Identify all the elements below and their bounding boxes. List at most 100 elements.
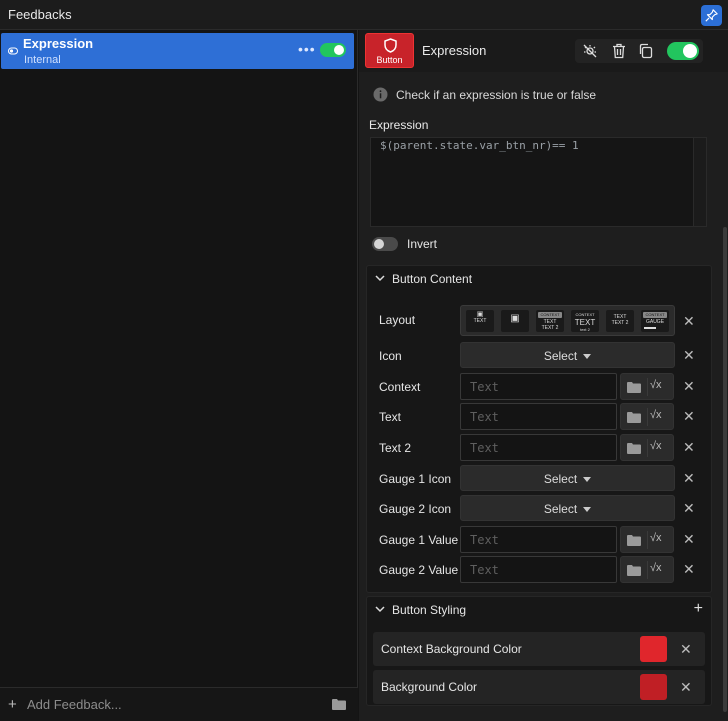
layout-option[interactable]: TEXT TEXT 2	[606, 310, 634, 332]
expression-icon[interactable]: √x	[650, 409, 662, 421]
clear-context-icon[interactable]: ✕	[683, 378, 695, 395]
feedback-item-name: Expression	[23, 36, 94, 51]
more-options-icon[interactable]: •••	[298, 41, 316, 57]
expression-label: Expression	[369, 118, 429, 132]
button-styling-title: Button Styling	[392, 603, 467, 617]
layout-label: Layout	[379, 313, 416, 327]
trash-icon[interactable]	[612, 43, 626, 59]
gauge1-icon-label: Gauge 1 Icon	[379, 472, 452, 486]
context-input[interactable]	[460, 373, 617, 400]
clear-text-icon[interactable]: ✕	[683, 408, 695, 425]
bg-color-row: Background Color ✕	[373, 670, 705, 704]
text-input[interactable]	[460, 403, 617, 430]
icon-select[interactable]: Select	[460, 342, 675, 368]
clear-gauge2-value-icon[interactable]: ✕	[683, 561, 695, 578]
folder-icon[interactable]	[627, 442, 641, 454]
bg-color-label: Background Color	[381, 680, 478, 694]
plus-icon[interactable]: +	[8, 696, 17, 713]
info-icon	[373, 87, 388, 102]
text2-actions: √x	[620, 434, 674, 461]
context-bg-color-label: Context Background Color	[381, 642, 522, 656]
expression-icon[interactable]: √x	[650, 440, 662, 452]
text2-row: Text 2 √x ✕	[367, 433, 711, 461]
layout-option[interactable]: CONTEXT TEXT text 2	[571, 310, 599, 332]
bg-color-swatch[interactable]	[640, 674, 667, 700]
expression-icon[interactable]: √x	[650, 562, 662, 574]
folder-icon[interactable]	[627, 534, 641, 546]
add-style-button[interactable]: +	[694, 600, 703, 618]
gauge2-icon-label: Gauge 2 Icon	[379, 502, 452, 516]
copy-icon[interactable]	[638, 43, 654, 59]
description-text: Check if an expression is true or false	[396, 87, 597, 102]
folder-icon[interactable]	[332, 698, 346, 710]
feedback-editor: Button Expression Check if an expression…	[359, 30, 728, 721]
layout-row: Layout ▣ TEXT ▣ CONTEXT TEXT TEXT 2 CONTEXT…	[367, 305, 711, 336]
button-styling-header[interactable]: Button Styling +	[367, 597, 711, 623]
text2-input[interactable]	[460, 434, 617, 461]
eye-slash-icon[interactable]	[582, 43, 598, 59]
layout-picker: ▣ TEXT ▣ CONTEXT TEXT TEXT 2 CONTEXT TEXT tex…	[460, 305, 675, 336]
context-actions: √x	[620, 373, 674, 400]
feedback-list-panel: Expression Internal ••• + Add Feedback..…	[0, 30, 358, 721]
clear-icon-icon[interactable]: ✕	[683, 347, 695, 364]
icon-label: Icon	[379, 349, 402, 363]
button-preview-label: Button	[376, 55, 403, 65]
clear-gauge2-icon-icon[interactable]: ✕	[683, 500, 695, 517]
chevron-down-icon	[375, 275, 385, 282]
invert-option: Invert	[372, 237, 437, 251]
layout-option[interactable]: ▣	[501, 310, 529, 332]
text-actions: √x	[620, 403, 674, 430]
layout-option[interactable]: CONTEXT GAUGE	[641, 310, 669, 332]
folder-icon[interactable]	[627, 381, 641, 393]
button-content-header[interactable]: Button Content	[367, 266, 711, 292]
panel-title: Feedbacks	[8, 7, 72, 22]
text-label: Text	[379, 410, 402, 424]
gauge1-value-actions: √x	[620, 526, 674, 553]
clear-gauge1-value-icon[interactable]: ✕	[683, 531, 695, 548]
gauge1-icon-select[interactable]: Select	[460, 465, 675, 491]
expression-value: $(parent.state.var_btn_nr)== 1	[380, 139, 579, 152]
button-content-section: Button Content Layout ▣ TEXT ▣ CONTEXT TEX…	[366, 265, 712, 593]
add-feedback-bar: + Add Feedback...	[0, 687, 358, 721]
gauge2-icon-select[interactable]: Select	[460, 495, 675, 521]
button-content-title: Button Content	[392, 272, 473, 286]
context-bg-color-row: Context Background Color ✕	[373, 632, 705, 666]
feedback-item-source: Internal	[24, 54, 61, 66]
gauge2-value-row: Gauge 2 Value √x ✕	[367, 555, 711, 583]
editor-scroll-area: Check if an expression is true or false …	[359, 72, 728, 721]
expression-icon[interactable]: √x	[650, 532, 662, 544]
shield-icon	[384, 38, 397, 53]
expression-editor[interactable]: $(parent.state.var_btn_nr)== 1	[370, 137, 707, 227]
pin-button[interactable]	[701, 5, 722, 26]
expression-icon[interactable]: √x	[650, 379, 662, 391]
add-feedback-button[interactable]: Add Feedback...	[27, 697, 122, 712]
scrollbar[interactable]	[723, 227, 727, 712]
invert-toggle[interactable]	[372, 237, 398, 251]
editor-header: Button Expression	[359, 30, 728, 72]
context-row: Context √x ✕	[367, 372, 711, 400]
feedback-list-item[interactable]: Expression Internal •••	[1, 33, 354, 69]
button-styling-section: Button Styling + Context Background Colo…	[366, 596, 712, 706]
context-bg-color-swatch[interactable]	[640, 636, 667, 662]
gauge2-value-actions: √x	[620, 556, 674, 583]
clear-gauge1-icon-icon[interactable]: ✕	[683, 470, 695, 487]
description: Check if an expression is true or false	[373, 87, 596, 102]
remove-bg-color-icon[interactable]: ✕	[680, 679, 692, 696]
gauge1-value-row: Gauge 1 Value √x ✕	[367, 525, 711, 553]
editor-enabled-toggle[interactable]	[667, 42, 699, 60]
clear-text2-icon[interactable]: ✕	[683, 439, 695, 456]
layout-option[interactable]: ▣ TEXT	[466, 310, 494, 332]
gauge2-icon-row: Gauge 2 Icon Select ✕	[367, 494, 711, 522]
layout-option[interactable]: CONTEXT TEXT TEXT 2	[536, 310, 564, 332]
invert-label: Invert	[407, 237, 438, 251]
folder-icon[interactable]	[627, 564, 641, 576]
gauge1-value-input[interactable]	[460, 526, 617, 553]
gauge2-value-input[interactable]	[460, 556, 617, 583]
gauge1-value-label: Gauge 1 Value	[379, 533, 459, 547]
feedback-enabled-toggle[interactable]	[320, 43, 346, 57]
clear-layout-icon[interactable]: ✕	[683, 313, 695, 330]
panel-header: Feedbacks	[0, 0, 728, 30]
folder-icon[interactable]	[627, 411, 641, 423]
remove-context-bg-color-icon[interactable]: ✕	[680, 641, 692, 658]
editor-actions	[575, 39, 703, 63]
